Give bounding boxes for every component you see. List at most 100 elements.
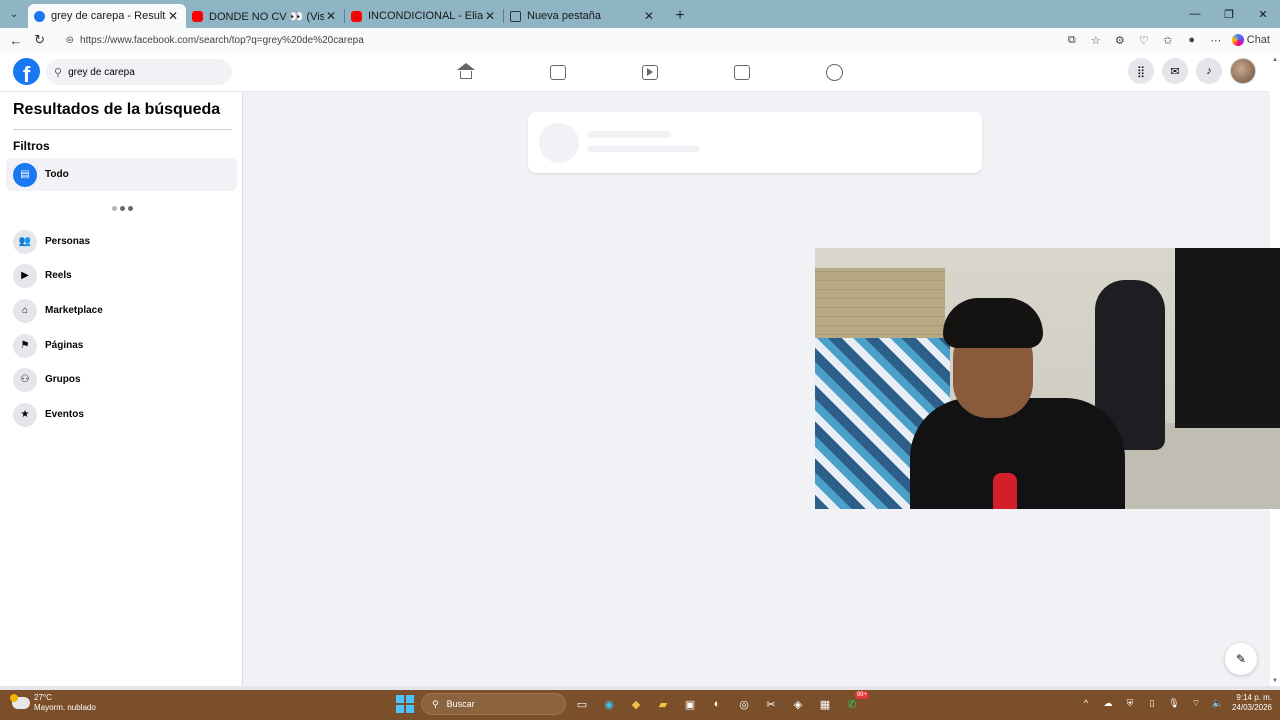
edge-browser-icon[interactable]: ◉ [598,693,620,715]
youtube-favicon-icon [192,10,203,22]
new-tab-plus-icon[interactable]: + [668,4,692,28]
tab-youtube-incondicional[interactable]: INCONDICIONAL - Elian Barrios Ft ✕ [345,4,503,28]
battery-icon[interactable]: ▯ [1144,698,1160,709]
url-text: https://www.facebook.com/search/top?q=gr… [80,34,364,46]
dashboard-icon [550,64,566,80]
vpn-app-icon[interactable]: ◈ [787,693,809,715]
scroll-up-arrow-icon[interactable]: ▲ [1272,57,1278,63]
favorites-icon[interactable]: ✩ [1156,30,1180,50]
clock-date: 24/03/2026 [1231,703,1272,712]
split-screen-icon[interactable]: ⧉ [1060,30,1084,50]
facebook-header: f ⚲ ⣿ ✉ ♪ [0,52,1270,92]
address-bar[interactable]: ⊜ https://www.facebook.com/search/top?q=… [59,30,1060,50]
tab-actions-menu-button[interactable]: ⌄ [3,3,25,25]
extensions-icon[interactable]: ⚙ [1108,30,1132,50]
filter-label: Personas [45,236,91,247]
close-tab-icon[interactable]: ✕ [166,9,180,23]
filter-eventos[interactable]: ★ Eventos [6,398,237,431]
microsoft-store-icon[interactable]: ▣ [679,693,701,715]
minimize-icon[interactable]: — [1178,0,1212,28]
chat-label: Chat [1246,34,1270,46]
toolbar-actions: ⧉ ☆ ⚙ ♡ ✩ ● ⋯ Chat [1060,30,1280,50]
capcut-icon[interactable]: ✂ [760,693,782,715]
weather-widget[interactable]: 27°C Mayorm. nublado [10,693,96,713]
filter-reels[interactable]: ▶ Reels [6,259,237,292]
close-tab-icon[interactable]: ✕ [324,9,338,23]
copilot-chat-button[interactable]: Chat [1228,30,1274,50]
webcam-microphone [993,473,1017,509]
account-controls: ⣿ ✉ ♪ [1128,58,1256,84]
tab-title: INCONDICIONAL - Elian Barrios Ft [368,10,483,22]
taskbar-search[interactable]: ⚲ Buscar [421,693,566,715]
volume-icon[interactable]: 🔈 [1210,698,1226,709]
calendar-star-icon: ★ [13,402,37,427]
steam-icon[interactable]: ◐ [706,693,728,715]
nav-marketplace[interactable] [696,58,788,86]
tab-title: grey de carepa - Resultados de bú [51,10,166,22]
menu-grid-icon[interactable]: ⣿ [1128,58,1154,84]
system-tray: ^ ☁ ⛨ ▯ 🎙 ⌔ 🔈 9:14 p. m. 24/03/2026 [1078,693,1272,713]
messenger-icon[interactable]: ✉ [1162,58,1188,84]
divider [13,129,232,130]
webcam-person-hair [943,298,1043,348]
loading-result-card [528,112,982,173]
newtab-favicon-icon [510,10,521,22]
start-button[interactable] [394,693,416,715]
filter-paginas[interactable]: ⚑ Páginas [6,329,237,362]
restore-icon[interactable]: ❐ [1212,0,1246,28]
microphone-icon[interactable]: 🎙 [1166,698,1182,709]
profile-avatar[interactable] [1230,58,1256,84]
facebook-logo-icon[interactable]: f [13,58,40,85]
people-icon: 👥 [13,229,37,254]
nav-groups[interactable] [788,58,880,86]
groups-icon: ⚇ [13,367,37,392]
nav-dashboard[interactable] [512,58,604,86]
filter-todo[interactable]: ▤ Todo [6,158,237,191]
windows-logo-icon [396,695,414,713]
nav-home[interactable] [420,58,512,86]
show-hidden-icons-chevron-icon[interactable]: ^ [1078,698,1094,708]
close-tab-icon[interactable]: ✕ [483,9,497,23]
profile-icon[interactable]: ● [1180,30,1204,50]
loading-dots [112,206,133,211]
editor-app-icon[interactable]: ▦ [814,693,836,715]
logo-letter: f [22,62,31,85]
feed-icon: ▤ [13,162,37,187]
filter-label: Páginas [45,340,84,351]
close-window-icon[interactable]: ✕ [1246,0,1280,28]
network-icon[interactable]: ⌔ [1188,698,1204,709]
file-explorer-icon[interactable]: ▰ [652,693,674,715]
refresh-icon[interactable]: ↻ [28,30,52,50]
obs-icon[interactable]: ◎ [733,693,755,715]
nav-video[interactable] [604,58,696,86]
tab-new-tab[interactable]: Nueva pestaña ✕ [504,4,662,28]
filter-label: Reels [45,270,72,281]
favorite-star-icon[interactable]: ☆ [1084,30,1108,50]
site-info-icon[interactable]: ⊜ [66,35,74,46]
close-tab-icon[interactable]: ✕ [642,9,656,23]
more-options-icon[interactable]: ⋯ [1204,30,1228,50]
task-view-icon[interactable]: ▭ [571,693,593,715]
back-arrow-icon[interactable]: ← [4,30,28,50]
youtube-favicon-icon [351,10,362,22]
tab-facebook-search[interactable]: grey de carepa - Resultados de bú ✕ [28,4,186,28]
system-clock[interactable]: 9:14 p. m. 24/03/2026 [1232,693,1272,713]
browser-essentials-icon[interactable]: ♡ [1132,30,1156,50]
copilot-app-icon[interactable]: ◆ [625,693,647,715]
filter-personas[interactable]: 👥 Personas [6,225,237,258]
facebook-search-box[interactable]: ⚲ [46,59,232,85]
onedrive-icon[interactable]: ☁ [1100,698,1116,709]
weather-description: Mayorm. nublado [34,703,96,712]
search-input[interactable] [68,66,219,78]
whatsapp-icon[interactable]: ✆ 99+ [841,691,869,715]
scroll-down-arrow-icon[interactable]: ▼ [1272,678,1278,684]
security-icon[interactable]: ⛨ [1122,698,1138,709]
filter-marketplace[interactable]: ⌂ Marketplace [6,294,237,327]
flag-icon: ⚑ [13,333,37,358]
search-filters-sidebar: Resultados de la búsqueda Filtros ▤ Todo… [0,92,243,686]
new-message-compose-icon[interactable]: ✎ [1225,643,1257,675]
home-icon [457,63,475,79]
filter-grupos[interactable]: ⚇ Grupos [6,363,237,396]
notifications-bell-icon[interactable]: ♪ [1196,58,1222,84]
tab-youtube-donde-no-cv[interactable]: DONDE NO CV 👀 (Visualizer) | Jo ✕ [186,4,344,28]
